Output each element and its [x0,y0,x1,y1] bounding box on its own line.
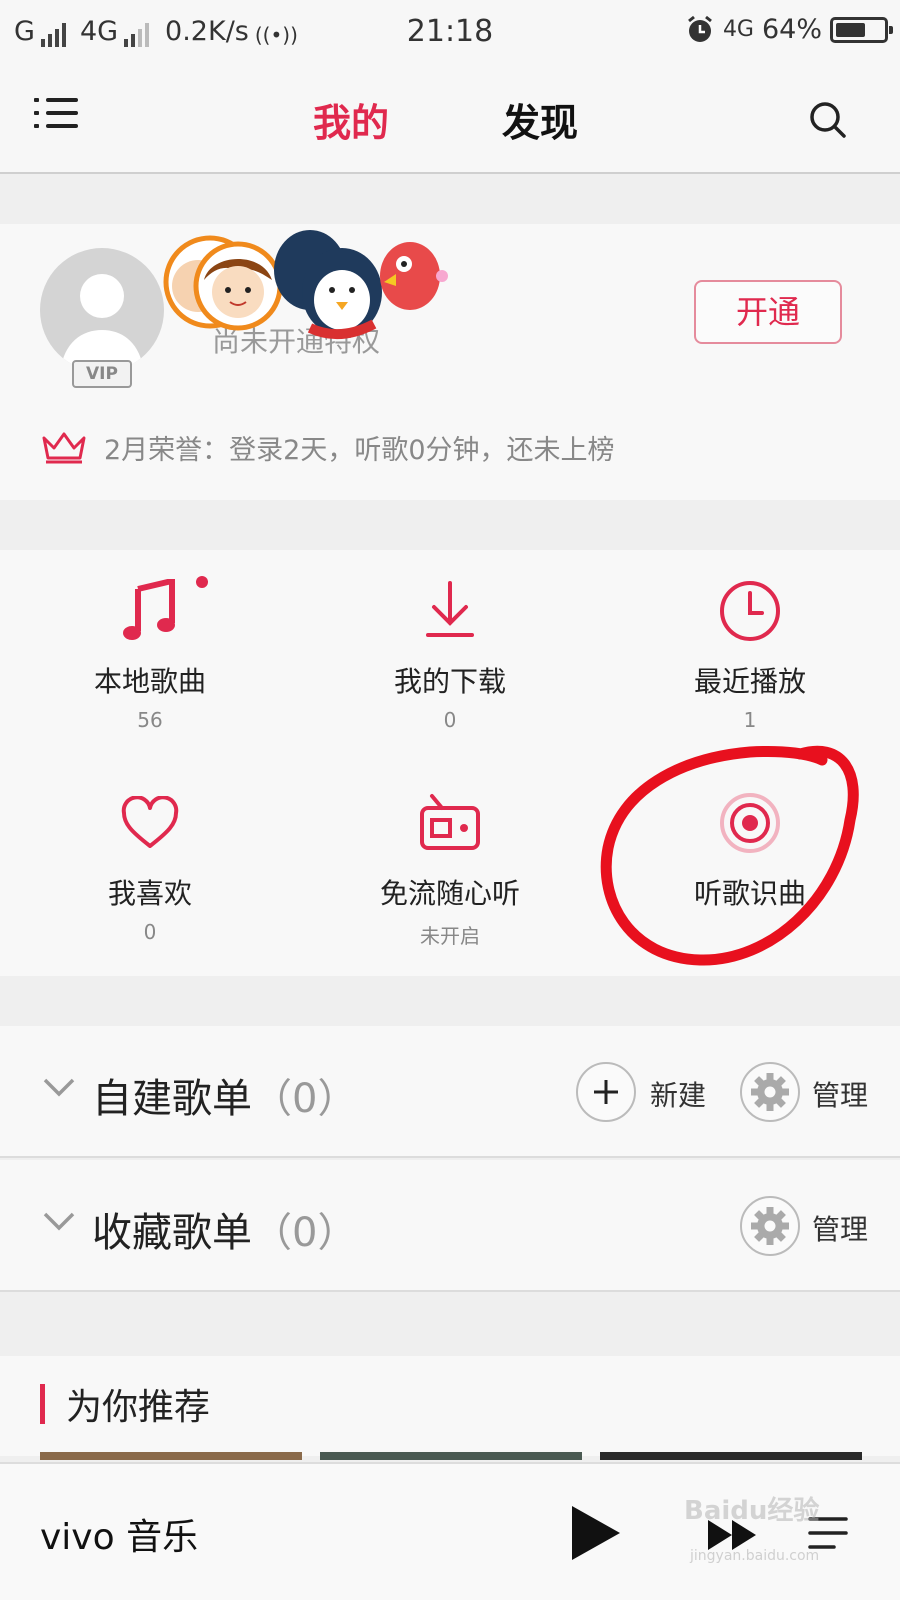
tab-discover[interactable]: 发现 [502,92,578,147]
recommend-thumb[interactable] [600,1452,862,1460]
player-app-name: vivo 音乐 [40,1517,199,1558]
playlist-title-text: 收藏歌单 [92,1210,252,1256]
annotation-circle [600,745,859,966]
battery-percent: 64% [761,14,822,45]
new-dot [196,576,208,588]
play-icon[interactable] [568,1504,622,1562]
grid-item-recent[interactable]: 最近播放 1 [600,576,900,732]
grid-item-label: 我喜欢 [107,877,192,910]
plus-icon [594,1080,618,1104]
gear-icon [751,1073,789,1111]
recommend-section: 为你推荐 [0,1356,900,1460]
feature-grid: 本地歌曲 56 我的下载 0 最近播放 1 我喜欢 0 免流随心听 未开启 听歌… [0,550,900,976]
menu-icon[interactable] [34,98,78,138]
manage-collected-button[interactable] [740,1196,800,1256]
recommend-thumbnails [40,1452,862,1460]
cartoon-sticker-icon [163,230,448,340]
open-vip-button[interactable]: 开通 [694,280,842,344]
new-playlist-label[interactable]: 新建 [650,1074,706,1114]
mini-player[interactable]: vivo 音乐 Baidu经验 jingyan.baidu.com [0,1462,900,1600]
grid-item-status: 未开启 [420,924,480,948]
battery-icon [830,16,893,43]
created-playlist-row[interactable]: 自建歌单（0） 新建 管理 [0,1026,900,1158]
created-playlist-title: 自建歌单（0） [92,1066,357,1124]
honor-text: 2月荣誉：登录2天，听歌0分钟，还未上榜 [104,435,615,466]
section-accent-bar [40,1384,45,1424]
chevron-down-icon[interactable] [42,1210,76,1232]
playlist-count: （0） [252,1076,358,1122]
recommend-thumb[interactable] [320,1452,582,1460]
honor-row[interactable]: 2月荣誉：登录2天，听歌0分钟，还未上榜 [40,428,615,467]
playlist-title-text: 自建歌单 [92,1076,252,1122]
clock-icon [720,581,780,641]
grid-item-count: 1 [743,708,757,732]
grid-item-label: 本地歌曲 [93,665,206,698]
profile-card: VIP 尚未开通特权 开通 2月荣誉：登录2天，听歌0分钟，还未上榜 [0,224,900,500]
default-avatar-icon [60,274,144,372]
manage-created-button[interactable] [740,1062,800,1122]
collected-playlist-title: 收藏歌单（0） [92,1200,357,1258]
collected-playlist-row[interactable]: 收藏歌单（0） 管理 [0,1160,900,1292]
recommend-title: 为你推荐 [66,1387,211,1428]
grid-item-count: 0 [443,708,457,732]
top-nav: 我的 发现 [0,62,900,174]
manage-created-label[interactable]: 管理 [812,1074,868,1114]
grid-item-label: 我的下载 [393,665,506,698]
vip-badge: VIP [72,360,132,388]
manage-collected-label[interactable]: 管理 [812,1208,868,1248]
grid-item-local-songs[interactable]: 本地歌曲 56 [0,576,300,732]
tab-mine[interactable]: 我的 [313,92,389,147]
grid-item-downloads[interactable]: 我的下载 0 [300,576,600,732]
grid-item-count: 0 [143,920,157,944]
status-bar: G 4G 0.2K/s ((•)) 21:18 4G 64% [0,0,900,62]
grid-item-free-listen[interactable]: 免流随心听 未开启 [300,788,600,949]
gear-icon [751,1207,789,1245]
new-playlist-button[interactable] [576,1062,636,1122]
chevron-down-icon[interactable] [42,1076,76,1098]
watermark-url: jingyan.baidu.com [690,1548,820,1564]
alarm-icon [688,15,712,42]
playlist-count: （0） [252,1210,358,1256]
radio-icon [420,794,480,850]
status-right: 4G 64% [685,14,893,45]
avatar[interactable] [40,248,164,372]
crown-icon [42,432,86,463]
network2-label: 4G [722,17,754,42]
grid-item-label: 最近播放 [693,665,806,698]
watermark: Baidu经验 [684,1496,820,1526]
heart-icon [121,796,179,848]
grid-item-favorites[interactable]: 我喜欢 0 [0,788,300,944]
grid-item-count: 56 [137,708,163,732]
grid-item-label: 免流随心听 [379,877,520,910]
recommend-thumb[interactable] [40,1452,302,1460]
download-icon [426,581,474,637]
music-note-icon [123,579,175,640]
search-icon[interactable] [808,100,848,140]
